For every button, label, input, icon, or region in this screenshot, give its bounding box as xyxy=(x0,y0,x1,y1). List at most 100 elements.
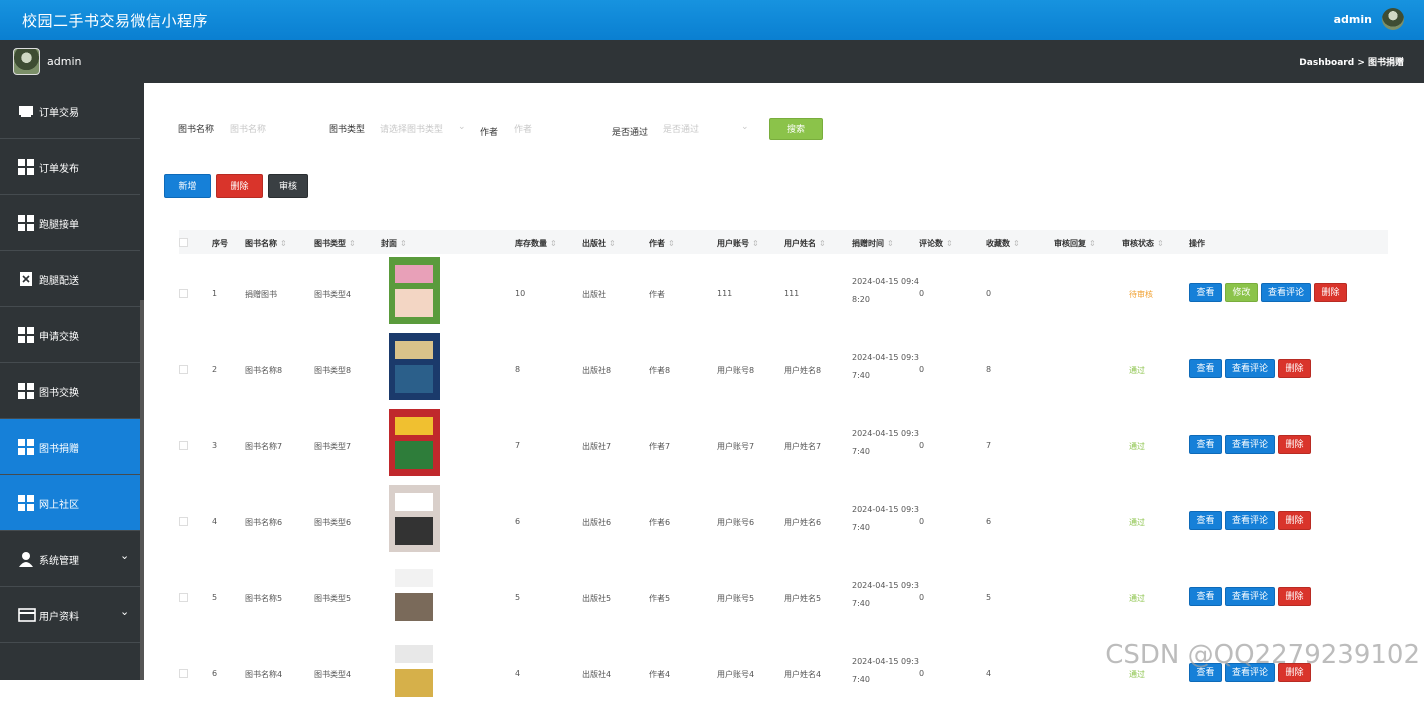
column-header[interactable]: 图书类型⇕ xyxy=(314,238,356,249)
book-cover-image[interactable] xyxy=(381,485,448,552)
header-avatar[interactable] xyxy=(1382,8,1404,30)
sort-icon[interactable]: ⇕ xyxy=(550,239,557,248)
row-action-button[interactable]: 查看评论 xyxy=(1225,435,1275,454)
row-checkbox[interactable] xyxy=(179,593,188,602)
sidebar-item-2[interactable]: 跑腿接单 xyxy=(0,195,140,251)
sort-icon[interactable]: ⇕ xyxy=(819,239,826,248)
row-action-button[interactable]: 查看评论 xyxy=(1225,587,1275,606)
cell-status: 通过 xyxy=(1129,593,1145,604)
cell-comments: 0 xyxy=(919,593,924,602)
sidebar-item-label: 网上社区 xyxy=(39,496,79,511)
sort-icon[interactable]: ⇕ xyxy=(752,239,759,248)
sort-icon[interactable]: ⇕ xyxy=(1013,239,1020,248)
row-action-button[interactable]: 查看评论 xyxy=(1225,511,1275,530)
row-action-button[interactable]: 修改 xyxy=(1225,283,1258,302)
sidebar-item-label: 系统管理 xyxy=(39,552,79,567)
row-action-button[interactable]: 查看评论 xyxy=(1261,283,1311,302)
chevron-down-icon: ⌄ xyxy=(120,605,129,618)
book-cover-image[interactable] xyxy=(381,637,448,704)
row-action-button[interactable]: 查看 xyxy=(1189,283,1222,302)
sort-icon[interactable]: ⇕ xyxy=(349,239,356,248)
chevron-down-icon: ⌄ xyxy=(458,122,466,132)
sidebar-scrollbar[interactable] xyxy=(140,300,144,680)
sort-icon[interactable]: ⇕ xyxy=(400,239,407,248)
sidebar-item-6[interactable]: 图书捐赠 xyxy=(0,419,140,475)
column-header[interactable]: 用户姓名⇕ xyxy=(784,238,826,249)
column-header[interactable]: 封面⇕ xyxy=(381,238,407,249)
sort-icon[interactable]: ⇕ xyxy=(946,239,953,248)
row-action-button[interactable]: 查看 xyxy=(1189,359,1222,378)
sort-icon[interactable]: ⇕ xyxy=(1089,239,1096,248)
row-checkbox[interactable] xyxy=(179,365,188,374)
delete-button[interactable]: 删除 xyxy=(216,174,263,198)
cell-username: 用户姓名8 xyxy=(784,365,821,376)
cell-favs: 5 xyxy=(986,593,991,602)
select-all-checkbox[interactable] xyxy=(179,238,188,247)
column-header[interactable]: 出版社⇕ xyxy=(582,238,616,249)
row-checkbox[interactable] xyxy=(179,441,188,450)
row-action-button[interactable]: 删除 xyxy=(1314,283,1347,302)
column-header[interactable]: 捐赠时间⇕ xyxy=(852,238,894,249)
review-button[interactable]: 审核 xyxy=(268,174,308,198)
column-header[interactable]: 收藏数⇕ xyxy=(986,238,1020,249)
sidebar-item-1[interactable]: 订单发布 xyxy=(0,139,140,195)
column-header-label: 捐赠时间 xyxy=(852,239,884,248)
sort-icon[interactable]: ⇕ xyxy=(887,239,894,248)
column-header[interactable]: 库存数量⇕ xyxy=(515,238,557,249)
row-action-button[interactable]: 删除 xyxy=(1278,511,1311,530)
sort-icon[interactable]: ⇕ xyxy=(668,239,675,248)
book-cover-image[interactable] xyxy=(381,257,448,324)
cell-favs: 4 xyxy=(986,669,991,678)
sidebar-item-7[interactable]: 网上社区 xyxy=(0,475,140,531)
sidebar-item-3[interactable]: 跑腿配送 xyxy=(0,251,140,307)
name-input[interactable]: 图书名称 xyxy=(230,122,266,135)
column-header-label: 用户姓名 xyxy=(784,239,816,248)
cell-comments: 0 xyxy=(919,365,924,374)
sidebar-item-label: 跑腿配送 xyxy=(39,272,79,287)
row-checkbox[interactable] xyxy=(179,669,188,678)
row-checkbox[interactable] xyxy=(179,289,188,298)
book-cover-image[interactable] xyxy=(381,333,448,400)
column-header-label: 库存数量 xyxy=(515,239,547,248)
sidebar-item-label: 图书捐赠 xyxy=(39,440,79,455)
book-cover-image[interactable] xyxy=(381,409,448,476)
row-action-button[interactable]: 删除 xyxy=(1278,359,1311,378)
search-button[interactable]: 搜索 xyxy=(769,118,823,140)
column-header[interactable]: 作者⇕ xyxy=(649,238,675,249)
sidebar-item-0[interactable]: 订单交易 xyxy=(0,83,140,139)
row-action-button[interactable]: 查看 xyxy=(1189,587,1222,606)
sort-icon[interactable]: ⇕ xyxy=(1157,239,1164,248)
cell-time1: 2024-04-15 09:3 xyxy=(852,657,919,666)
breadcrumb[interactable]: Dashboard > 图书捐赠 xyxy=(1299,55,1404,68)
row-action-button[interactable]: 查看 xyxy=(1189,511,1222,530)
column-header[interactable]: 评论数⇕ xyxy=(919,238,953,249)
type-select[interactable]: 请选择图书类型⌄ xyxy=(380,122,466,135)
row-action-button[interactable]: 查看 xyxy=(1189,435,1222,454)
cell-stock: 5 xyxy=(515,593,520,602)
column-header: 序号 xyxy=(212,238,228,249)
header-username[interactable]: admin xyxy=(1334,13,1372,26)
sidebar-item-4[interactable]: 申请交换 xyxy=(0,307,140,363)
pass-select[interactable]: 是否通过⌄ xyxy=(663,122,749,135)
cell-type: 图书类型8 xyxy=(314,365,351,376)
cell-time2: 7:40 xyxy=(852,523,870,532)
column-header[interactable]: 审核状态⇕ xyxy=(1122,238,1164,249)
row-action-button[interactable]: 删除 xyxy=(1278,587,1311,606)
cell-type: 图书类型6 xyxy=(314,517,351,528)
sort-icon[interactable]: ⇕ xyxy=(609,239,616,248)
sort-icon[interactable]: ⇕ xyxy=(280,239,287,248)
row-action-button[interactable]: 查看评论 xyxy=(1225,359,1275,378)
cell-publisher: 出版社4 xyxy=(582,669,611,680)
cell-author: 作者4 xyxy=(649,669,670,680)
column-header[interactable]: 图书名称⇕ xyxy=(245,238,287,249)
column-header[interactable]: 审核回复⇕ xyxy=(1054,238,1096,249)
row-checkbox[interactable] xyxy=(179,517,188,526)
sidebar-item-9[interactable]: 用户资料⌄ xyxy=(0,587,140,643)
row-action-button[interactable]: 删除 xyxy=(1278,435,1311,454)
column-header[interactable]: 用户账号⇕ xyxy=(717,238,759,249)
book-cover-image[interactable] xyxy=(381,561,448,628)
add-button[interactable]: 新增 xyxy=(164,174,211,198)
author-input[interactable]: 作者 xyxy=(514,122,532,135)
sidebar-item-8[interactable]: 系统管理⌄ xyxy=(0,531,140,587)
sidebar-item-5[interactable]: 图书交换 xyxy=(0,363,140,419)
